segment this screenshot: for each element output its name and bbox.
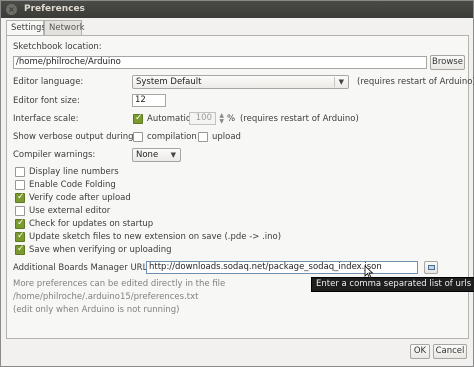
font-size-input[interactable]: 12 bbox=[132, 94, 166, 107]
title-bar: × Preferences bbox=[1, 1, 473, 18]
editor-language-note: (requires restart of Arduino) bbox=[357, 77, 474, 87]
window-icon bbox=[428, 265, 435, 270]
spinner-arrows-icon[interactable]: ▲ ▼ bbox=[219, 113, 224, 125]
save-when-verifying-checkbox[interactable] bbox=[15, 244, 25, 255]
automatic-label: Automatic bbox=[147, 114, 191, 124]
cancel-button[interactable]: Cancel bbox=[433, 344, 467, 359]
sketchbook-location-input[interactable]: /home/philroche/Arduino bbox=[13, 56, 427, 69]
use-external-editor-checkbox[interactable] bbox=[15, 206, 25, 216]
more-preferences-note: More preferences can be edited directly … bbox=[13, 279, 226, 289]
edit-note: (edit only when Arduino is not running) bbox=[13, 305, 180, 315]
option-label: Verify code after upload bbox=[29, 193, 131, 203]
editor-language-select[interactable]: System Default ▼ bbox=[132, 75, 349, 89]
boards-manager-urls-input[interactable]: http://downloads.sodaq.net/package_sodaq… bbox=[146, 261, 418, 274]
enable-code-folding-checkbox[interactable] bbox=[15, 180, 25, 190]
compilation-label: compilation bbox=[147, 132, 197, 142]
close-icon[interactable]: × bbox=[6, 4, 17, 15]
option-label: Use external editor bbox=[29, 206, 111, 216]
chevron-down-icon: ▼ bbox=[338, 78, 344, 86]
editor-language-value: System Default bbox=[136, 77, 202, 87]
urls-tooltip: Enter a comma separated list of urls bbox=[311, 277, 474, 292]
compilation-checkbox[interactable] bbox=[133, 132, 143, 142]
browse-button[interactable]: Browse bbox=[430, 55, 465, 70]
option-label: Save when verifying or uploading bbox=[29, 245, 172, 255]
option-label: Enable Code Folding bbox=[29, 180, 116, 190]
check-updates-checkbox[interactable] bbox=[15, 218, 25, 229]
display-line-numbers-checkbox[interactable] bbox=[15, 167, 25, 177]
mouse-cursor-icon bbox=[364, 265, 374, 279]
settings-panel: Sketchbook location: /home/philroche/Ard… bbox=[6, 35, 474, 339]
combo-separator bbox=[334, 77, 335, 87]
verbose-label: Show verbose output during: bbox=[13, 132, 137, 142]
sketchbook-label: Sketchbook location: bbox=[13, 42, 102, 52]
option-label: Update sketch files to new extension on … bbox=[29, 232, 282, 242]
interface-scale-value: 100 bbox=[195, 113, 212, 123]
ok-button[interactable]: OK bbox=[410, 344, 430, 359]
interface-scale-note: (requires restart of Arduino) bbox=[240, 114, 359, 124]
option-label: Check for updates on startup bbox=[29, 219, 154, 229]
boards-manager-label: Additional Boards Manager URLs: bbox=[13, 263, 155, 273]
preferences-file-path: /home/philroche/.arduino15/preferences.t… bbox=[13, 292, 199, 302]
interface-scale-label: Interface scale: bbox=[13, 114, 79, 124]
upload-label: upload bbox=[212, 132, 241, 142]
option-label: Display line numbers bbox=[29, 167, 119, 177]
compiler-warnings-label: Compiler warnings: bbox=[13, 150, 96, 160]
window-title: Preferences bbox=[24, 4, 85, 14]
interface-scale-spinner[interactable]: 100 ▲ ▼ bbox=[189, 112, 224, 125]
compiler-warnings-value: None bbox=[136, 150, 159, 160]
font-size-label: Editor font size: bbox=[13, 96, 80, 106]
editor-language-label: Editor language: bbox=[13, 77, 84, 87]
compiler-warnings-select[interactable]: None ▼ bbox=[132, 148, 181, 162]
tab-settings[interactable]: Settings bbox=[6, 20, 46, 35]
preferences-window: × Preferences Settings Network Sketchboo… bbox=[0, 0, 474, 367]
edit-urls-button[interactable] bbox=[424, 261, 438, 274]
tab-network[interactable]: Network bbox=[44, 20, 85, 35]
update-sketch-extension-checkbox[interactable] bbox=[15, 231, 25, 242]
verify-after-upload-checkbox[interactable] bbox=[15, 192, 25, 203]
interface-scale-unit: % bbox=[227, 114, 236, 124]
chevron-down-icon: ▼ bbox=[170, 151, 176, 159]
automatic-checkbox[interactable] bbox=[133, 113, 143, 124]
upload-checkbox[interactable] bbox=[198, 132, 208, 142]
